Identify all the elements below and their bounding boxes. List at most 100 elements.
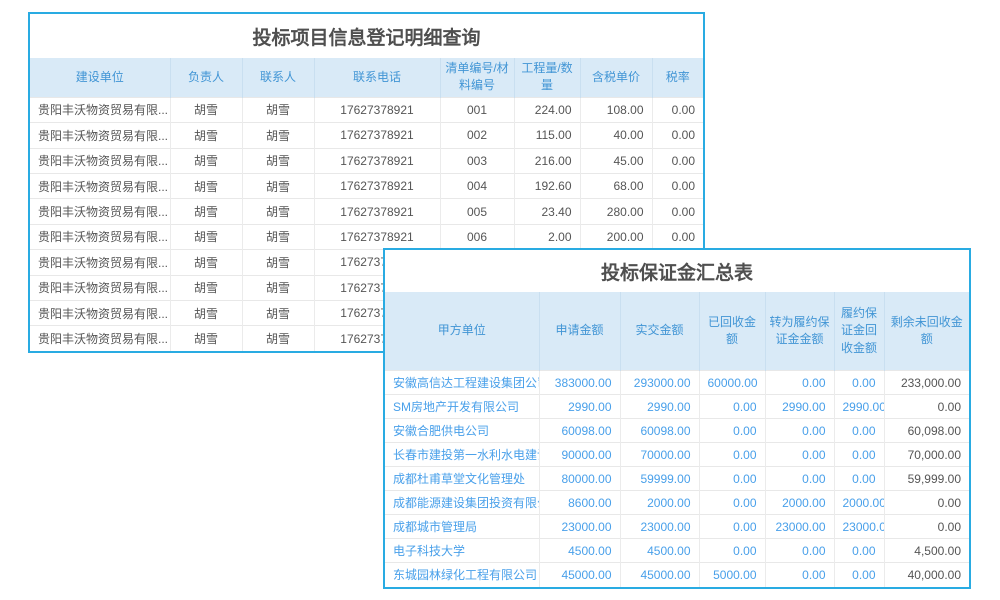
- cell: 0.00: [765, 467, 834, 491]
- cell: 200.00: [580, 224, 652, 249]
- cell: 17627378921: [314, 199, 440, 224]
- cell: 0.00: [834, 371, 884, 395]
- table-row: 贵阳丰沃物资贸易有限...胡雪胡雪1762737892100523.40280.…: [30, 199, 703, 224]
- cell: 胡雪: [242, 300, 314, 325]
- cell: 4,500.00: [884, 539, 969, 563]
- bid-deposit-summary-table: 甲方单位申请金额实交金额已回收金额转为履约保证金金额履约保证金回收金额剩余未回收…: [385, 292, 969, 587]
- cell: 192.60: [514, 173, 580, 198]
- cell: 80000.00: [539, 467, 620, 491]
- table-row: 成都杜甫草堂文化管理处80000.0059999.000.000.000.005…: [385, 467, 969, 491]
- column-header: 实交金额: [620, 292, 699, 371]
- table-row: 安徽合肥供电公司60098.0060098.000.000.000.0060,0…: [385, 419, 969, 443]
- cell: 成都城市管理局: [385, 515, 539, 539]
- cell: 胡雪: [170, 275, 242, 300]
- cell: 68.00: [580, 173, 652, 198]
- cell: 0.00: [699, 515, 765, 539]
- table-row: 东城园林绿化工程有限公司45000.0045000.005000.000.000…: [385, 563, 969, 587]
- cell: 005: [440, 199, 514, 224]
- cell: 2990.00: [765, 395, 834, 419]
- cell: 2990.00: [620, 395, 699, 419]
- cell: 0.00: [652, 97, 703, 122]
- cell: 胡雪: [170, 97, 242, 122]
- cell: 贵阳丰沃物资贸易有限...: [30, 224, 170, 249]
- cell: 0.00: [699, 443, 765, 467]
- cell: SM房地产开发有限公司: [385, 395, 539, 419]
- table-row: 长春市建投第一水利水电建设90000.0070000.000.000.000.0…: [385, 443, 969, 467]
- cell: 17627378921: [314, 173, 440, 198]
- cell: 60098.00: [620, 419, 699, 443]
- cell: 安徽合肥供电公司: [385, 419, 539, 443]
- cell: 贵阳丰沃物资贸易有限...: [30, 300, 170, 325]
- column-header: 含税单价: [580, 58, 652, 97]
- cell: 胡雪: [242, 199, 314, 224]
- cell: 0.00: [765, 443, 834, 467]
- table-row: 贵阳丰沃物资贸易有限...胡雪胡雪17627378921004192.6068.…: [30, 173, 703, 198]
- cell: 23000.0: [834, 515, 884, 539]
- table-row: 电子科技大学4500.004500.000.000.000.004,500.00: [385, 539, 969, 563]
- cell: 006: [440, 224, 514, 249]
- cell: 004: [440, 173, 514, 198]
- cell: 0.00: [765, 371, 834, 395]
- cell: 胡雪: [242, 173, 314, 198]
- cell: 0.00: [699, 467, 765, 491]
- cell: 45000.00: [539, 563, 620, 587]
- cell: 0.00: [699, 395, 765, 419]
- cell: 224.00: [514, 97, 580, 122]
- column-header: 工程量/数量: [514, 58, 580, 97]
- cell: 胡雪: [242, 224, 314, 249]
- cell: 胡雪: [242, 275, 314, 300]
- cell: 59,999.00: [884, 467, 969, 491]
- cell: 23000.00: [539, 515, 620, 539]
- bid-project-detail-title: 投标项目信息登记明细查询: [30, 14, 703, 58]
- cell: 17627378921: [314, 123, 440, 148]
- cell: 0.00: [884, 515, 969, 539]
- cell: 0.00: [652, 148, 703, 173]
- column-header: 申请金额: [539, 292, 620, 371]
- cell: 108.00: [580, 97, 652, 122]
- cell: 胡雪: [242, 326, 314, 351]
- table-row: 成都能源建设集团投资有限公8600.002000.000.002000.0020…: [385, 491, 969, 515]
- cell: 23.40: [514, 199, 580, 224]
- cell: 233,000.00: [884, 371, 969, 395]
- cell: 胡雪: [170, 199, 242, 224]
- cell: 胡雪: [242, 250, 314, 275]
- cell: 2990.00: [539, 395, 620, 419]
- cell: 安徽高信达工程建设集团公司: [385, 371, 539, 395]
- cell: 0.00: [765, 419, 834, 443]
- cell: 17627378921: [314, 97, 440, 122]
- cell: 4500.00: [539, 539, 620, 563]
- cell: 0.00: [834, 539, 884, 563]
- cell: 电子科技大学: [385, 539, 539, 563]
- cell: 0.00: [765, 539, 834, 563]
- cell: 胡雪: [170, 300, 242, 325]
- cell: 59999.00: [620, 467, 699, 491]
- cell: 17627378921: [314, 148, 440, 173]
- cell: 长春市建投第一水利水电建设: [385, 443, 539, 467]
- cell: 60,098.00: [884, 419, 969, 443]
- cell: 2000.00: [765, 491, 834, 515]
- cell: 0.00: [652, 173, 703, 198]
- cell: 8600.00: [539, 491, 620, 515]
- cell: 胡雪: [242, 123, 314, 148]
- cell: 115.00: [514, 123, 580, 148]
- column-header: 甲方单位: [385, 292, 539, 371]
- table-row: 贵阳丰沃物资贸易有限...胡雪胡雪17627378921001224.00108…: [30, 97, 703, 122]
- cell: 0.00: [699, 491, 765, 515]
- cell: 0.00: [652, 123, 703, 148]
- cell: 2000.00: [834, 491, 884, 515]
- cell: 60000.00: [699, 371, 765, 395]
- cell: 东城园林绿化工程有限公司: [385, 563, 539, 587]
- cell: 280.00: [580, 199, 652, 224]
- cell: 4500.00: [620, 539, 699, 563]
- cell: 383000.00: [539, 371, 620, 395]
- column-header: 转为履约保证金金额: [765, 292, 834, 371]
- cell: 胡雪: [170, 148, 242, 173]
- table-row: 成都城市管理局23000.0023000.000.0023000.0023000…: [385, 515, 969, 539]
- cell: 成都杜甫草堂文化管理处: [385, 467, 539, 491]
- table-row: SM房地产开发有限公司2990.002990.000.002990.002990…: [385, 395, 969, 419]
- cell: 贵阳丰沃物资贸易有限...: [30, 97, 170, 122]
- cell: 0.00: [834, 563, 884, 587]
- cell: 贵阳丰沃物资贸易有限...: [30, 275, 170, 300]
- column-header: 已回收金额: [699, 292, 765, 371]
- cell: 001: [440, 97, 514, 122]
